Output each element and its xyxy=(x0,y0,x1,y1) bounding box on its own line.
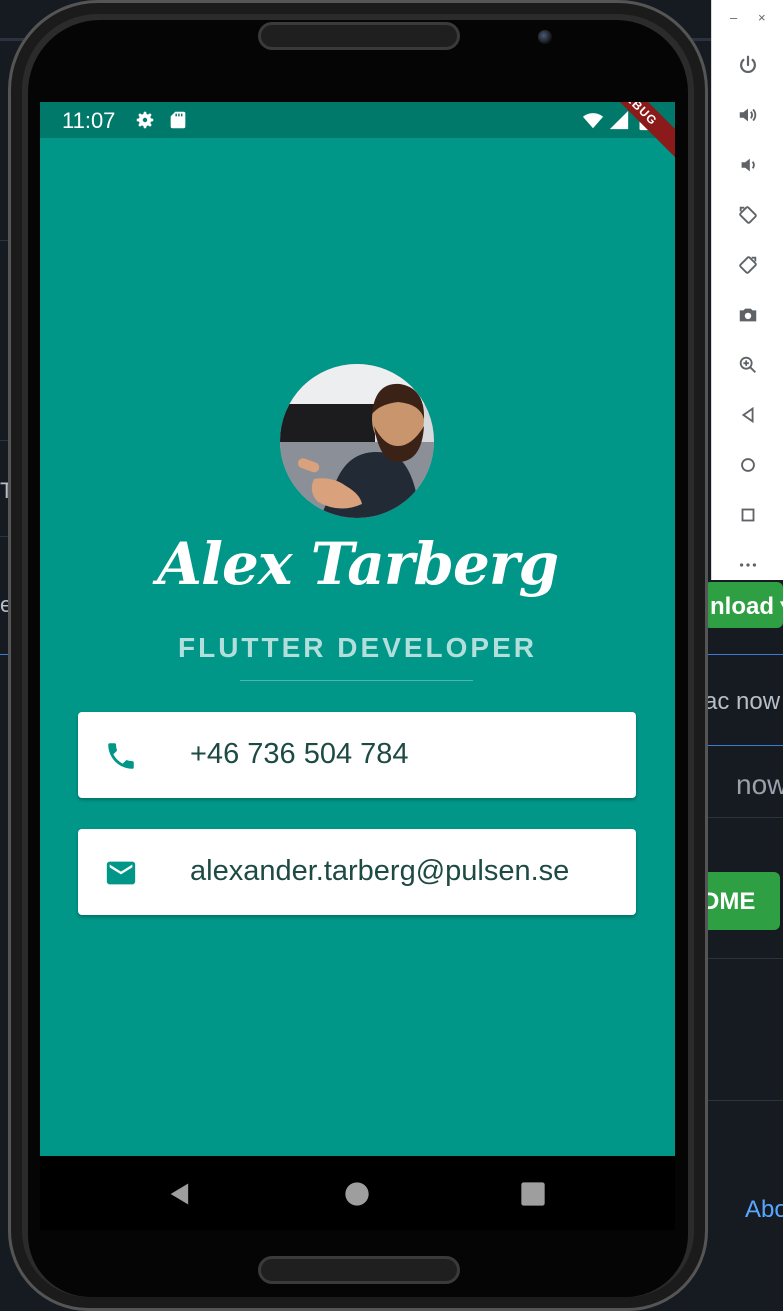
email-icon xyxy=(106,861,136,885)
readme-button[interactable]: DME xyxy=(700,872,780,930)
business-card-app: Alex Tarberg FLUTTER DEVELOPER +46 736 5… xyxy=(40,138,675,1156)
zoom-icon[interactable] xyxy=(730,347,766,383)
power-icon[interactable] xyxy=(730,47,766,83)
bg-text-mac-now: ac now xyxy=(704,688,781,715)
home-icon[interactable] xyxy=(343,1180,371,1208)
download-label: nload xyxy=(710,593,774,620)
phone-icon xyxy=(108,743,134,769)
navigation-bar xyxy=(40,1156,675,1230)
rotate-right-icon[interactable] xyxy=(730,247,766,283)
top-speaker xyxy=(258,22,460,50)
close-button[interactable]: × xyxy=(758,10,766,25)
email-address: alexander.tarberg@pulsen.se xyxy=(190,855,570,887)
divider xyxy=(240,680,473,681)
phone-screen: 11:07 Alex Tarberg FLUTTER DEVELOPER +46… xyxy=(40,102,675,1230)
minimize-button[interactable]: – xyxy=(730,10,737,25)
profile-title: FLUTTER DEVELOPER xyxy=(177,632,537,663)
phone-card[interactable]: +46 736 504 784 xyxy=(78,712,636,798)
home-icon[interactable] xyxy=(730,447,766,483)
signal-icon xyxy=(609,110,629,130)
bg-link-about[interactable]: Abo xyxy=(745,1196,783,1224)
phone-number: +46 736 504 784 xyxy=(190,738,409,770)
gear-icon xyxy=(136,111,154,129)
back-icon[interactable] xyxy=(166,1180,194,1208)
email-card[interactable]: alexander.tarberg@pulsen.se xyxy=(78,829,636,915)
back-icon[interactable] xyxy=(730,397,766,433)
overview-icon[interactable] xyxy=(730,497,766,533)
volume-down-icon[interactable] xyxy=(730,147,766,183)
recents-icon[interactable] xyxy=(519,1180,547,1208)
profile-avatar xyxy=(280,364,434,518)
front-camera xyxy=(538,30,552,44)
wifi-icon xyxy=(582,113,604,129)
profile-name: Alex Tarberg xyxy=(156,530,559,598)
emulator-toolbar: – × xyxy=(711,0,783,580)
bg-text-now: now xyxy=(736,769,783,800)
sd-card-icon xyxy=(170,111,186,129)
camera-icon[interactable] xyxy=(730,297,766,333)
status-time: 11:07 xyxy=(62,108,116,133)
bottom-speaker xyxy=(258,1256,460,1284)
more-icon[interactable] xyxy=(730,547,766,583)
volume-up-icon[interactable] xyxy=(730,97,766,133)
download-button[interactable]: nload ▾ xyxy=(704,582,783,628)
rotate-left-icon[interactable] xyxy=(730,197,766,233)
status-bar: 11:07 xyxy=(40,102,675,138)
